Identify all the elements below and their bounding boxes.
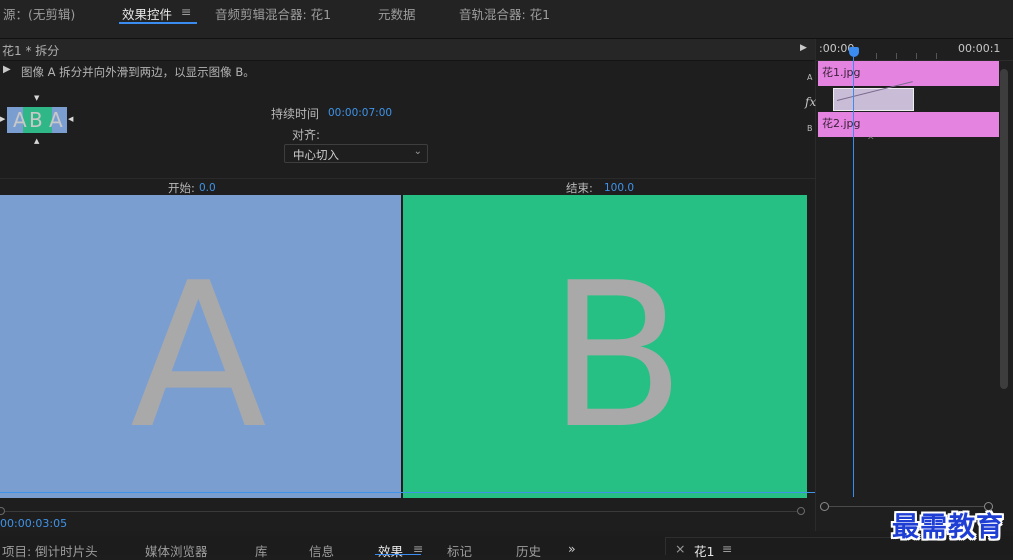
playhead[interactable] bbox=[849, 47, 859, 57]
end-label: 结束: bbox=[566, 181, 593, 195]
effect-description: 图像 A 拆分并向外滑到两边，以显示图像 B。 bbox=[21, 65, 255, 79]
more-tabs-icon[interactable]: » bbox=[568, 541, 576, 556]
tab-effect-controls[interactable]: 效果控件 bbox=[122, 4, 172, 23]
duration-value[interactable]: 00:00:07:00 bbox=[328, 107, 392, 119]
preview-letter-a: A bbox=[130, 240, 267, 473]
track-a-label: A bbox=[807, 73, 813, 82]
tab-effects[interactable]: 效果 bbox=[378, 541, 403, 560]
clip-b[interactable]: 花2.jpg bbox=[818, 112, 999, 137]
track-b-label: B bbox=[807, 124, 813, 133]
arrow-east-icon[interactable]: ◀ bbox=[68, 115, 73, 123]
tab-source[interactable]: 源：(无剪辑) bbox=[3, 4, 75, 23]
expand-arrow-icon[interactable]: ▶ bbox=[800, 43, 807, 53]
transition-block[interactable] bbox=[833, 81, 914, 111]
watermark-logo: 最需教育 bbox=[892, 512, 1004, 543]
effect-description-row: ▶ 图像 A 拆分并向外滑到两边，以显示图像 B。 bbox=[0, 61, 815, 81]
scroll-handle-right[interactable] bbox=[797, 507, 805, 515]
divider bbox=[0, 178, 815, 179]
tab-menu-icon[interactable]: ≡ bbox=[181, 4, 191, 19]
thumb-letter-a-right: A bbox=[49, 108, 63, 132]
vertical-scrollbar[interactable] bbox=[1000, 69, 1008, 389]
tab-audio-track-mixer[interactable]: 音轨混合器: 花1 bbox=[459, 4, 550, 23]
tab-history[interactable]: 历史 bbox=[516, 541, 541, 560]
tab-project[interactable]: 项目: 倒计时片头 bbox=[2, 541, 98, 560]
active-tab-indicator bbox=[119, 22, 197, 24]
chevron-down-icon: ⌄ bbox=[413, 146, 422, 157]
tab-media-browser[interactable]: 媒体浏览器 bbox=[145, 541, 208, 560]
tab-libraries[interactable]: 库 bbox=[255, 541, 268, 560]
alignment-label: 对齐: bbox=[292, 128, 321, 142]
start-label: 开始: bbox=[168, 181, 195, 195]
caret-up-icon[interactable]: ^ bbox=[867, 136, 875, 146]
playhead-line bbox=[853, 57, 854, 497]
effect-controls-panel: 花1 * 拆分 ▶ ▶ 图像 A 拆分并向外滑到两边，以显示图像 B。 ▼ ▶ … bbox=[0, 39, 815, 531]
timeline-ruler[interactable]: :00:00 00:00:1 bbox=[816, 39, 1013, 61]
current-timecode[interactable]: 00:00:03:05 bbox=[0, 517, 67, 530]
alignment-dropdown[interactable]: 中心切入 ⌄ bbox=[284, 144, 428, 163]
end-value[interactable]: 100.0 bbox=[604, 182, 634, 194]
play-preview-icon[interactable]: ▶ bbox=[3, 64, 11, 75]
preview-letter-b: B bbox=[548, 240, 686, 473]
effect-title: 花1 * 拆分 bbox=[2, 44, 60, 58]
ruler-end-time: 00:00:1 bbox=[958, 42, 1001, 55]
arrow-south-icon[interactable]: ▲ bbox=[34, 137, 39, 145]
preview-end-image: B bbox=[403, 195, 807, 498]
thumb-letter-b: B bbox=[29, 108, 43, 132]
scroll-handle-left[interactable] bbox=[0, 507, 5, 515]
effect-mini-timeline: :00:00 00:00:1 A fx B 花1.jpg 花2.jpg ^ bbox=[805, 39, 1013, 531]
duration-label: 持续时间 bbox=[271, 107, 320, 121]
tab-info[interactable]: 信息 bbox=[309, 541, 334, 560]
start-value[interactable]: 0.0 bbox=[199, 182, 216, 194]
tab-markers[interactable]: 标记 bbox=[447, 541, 472, 560]
effect-header: 花1 * 拆分 ▶ bbox=[0, 39, 815, 61]
transition-thumbnail: A B A bbox=[7, 107, 67, 133]
tab-audio-clip-mixer[interactable]: 音频剪辑混合器: 花1 bbox=[215, 4, 331, 23]
arrow-north-icon[interactable]: ▼ bbox=[34, 94, 39, 102]
zoom-handle-left[interactable] bbox=[820, 502, 829, 511]
alignment-selected-value: 中心切入 bbox=[293, 148, 339, 162]
preview-start-image: A bbox=[0, 195, 401, 498]
fx-icon: fx bbox=[805, 95, 817, 109]
top-tab-bar: 源：(无剪辑) 效果控件 ≡ 音频剪辑混合器: 花1 元数据 音轨混合器: 花1 bbox=[0, 0, 1013, 39]
clip-a-label: 花1.jpg bbox=[822, 66, 861, 79]
arrow-west-icon[interactable]: ▶ bbox=[0, 115, 5, 123]
thumb-letter-a: A bbox=[13, 108, 27, 132]
clip-b-label: 花2.jpg bbox=[822, 117, 861, 130]
tab-metadata[interactable]: 元数据 bbox=[378, 4, 416, 23]
sequence-panel-frame bbox=[665, 537, 895, 555]
horizontal-scrollbar[interactable] bbox=[5, 511, 797, 512]
